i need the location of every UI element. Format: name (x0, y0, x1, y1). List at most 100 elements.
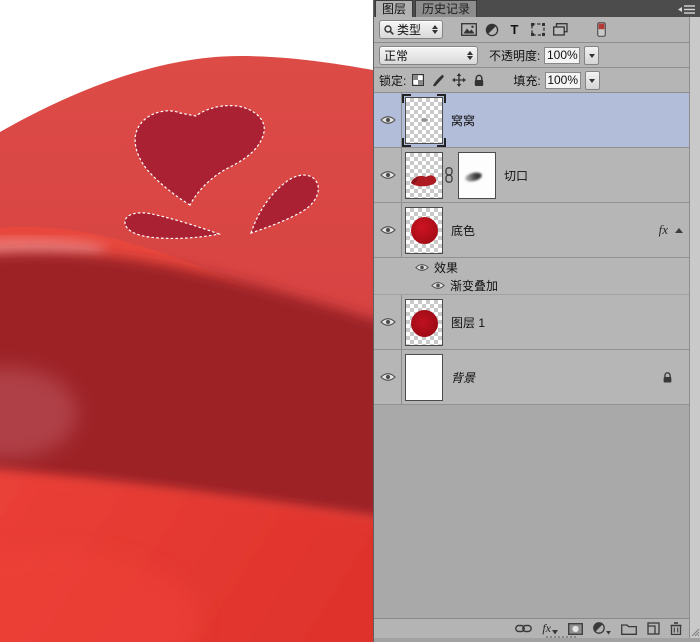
new-adjustment-layer-button[interactable] (593, 621, 611, 637)
lock-icon (473, 74, 485, 87)
fill-label: 填充: (513, 72, 540, 89)
filter-shape-layers-button[interactable] (528, 21, 547, 39)
lock-label: 锁定: (379, 72, 406, 89)
eye-icon (380, 372, 396, 382)
filter-kind-dropdown[interactable]: 类型 (379, 20, 443, 39)
thumbnail-wrap (405, 299, 443, 346)
layer-thumbnail[interactable] (405, 152, 443, 199)
eye-icon (380, 225, 396, 235)
chevron-down-icon (606, 631, 611, 635)
eye-icon (380, 170, 396, 180)
effect-gradient-overlay-row[interactable]: 渐变叠加 (374, 277, 689, 295)
visibility-toggle[interactable] (374, 93, 402, 147)
panel-menu-button[interactable] (677, 3, 697, 15)
chain-icon (445, 167, 453, 183)
filter-kind-label: 类型 (397, 21, 429, 38)
chevron-down-icon (552, 630, 558, 635)
effects-header-row[interactable]: 效果 (374, 258, 689, 277)
visibility-toggle[interactable] (374, 203, 402, 257)
layers-empty-area (374, 405, 689, 618)
panel-resize-grip[interactable] (689, 624, 700, 642)
opacity-value: 100% (547, 48, 578, 62)
layer-name[interactable]: 窝窝 (451, 112, 475, 129)
layer-mask-thumbnail[interactable] (458, 152, 496, 199)
trash-icon (670, 622, 682, 635)
collapse-effects-icon[interactable] (675, 224, 683, 233)
add-layer-mask-button[interactable] (568, 621, 583, 637)
layer-row-dise[interactable]: 底色 fx (374, 203, 689, 258)
lock-all-button[interactable] (471, 71, 487, 89)
filter-adjustment-layers-button[interactable] (482, 21, 501, 39)
opacity-dropdown-button[interactable] (584, 46, 599, 65)
blend-mode-dropdown[interactable]: 正常 (379, 46, 478, 65)
updown-arrows-icon (467, 48, 473, 63)
shape-frame-icon (531, 23, 545, 36)
add-layer-style-button[interactable]: fx (542, 621, 558, 637)
fx-icon[interactable]: fx (659, 222, 668, 238)
red-circle-graphic (411, 217, 438, 244)
red-circle-graphic (411, 310, 438, 337)
tab-history[interactable]: 历史记录 (415, 0, 477, 17)
effects-visibility-toggle[interactable] (414, 263, 430, 272)
artwork-red-shape (0, 0, 373, 642)
layer-name[interactable]: 底色 (451, 222, 475, 239)
thumbnail-wrap (405, 152, 443, 199)
filter-smart-objects-button[interactable] (551, 21, 570, 39)
opacity-input[interactable]: 100% (544, 47, 580, 64)
layer-thumbnail[interactable] (405, 299, 443, 346)
layer-row-tuceng1[interactable]: 图层 1 (374, 295, 689, 350)
layer-row-qiekou[interactable]: 切口 (374, 148, 689, 203)
thumbnail-content-speck (421, 118, 428, 122)
visibility-toggle[interactable] (374, 148, 402, 202)
panel-scrollbar-track[interactable] (689, 17, 700, 638)
tab-layers[interactable]: 图层 (375, 0, 413, 17)
search-icon (384, 25, 394, 35)
red-blob-graphic (406, 153, 442, 198)
background-lock-badge[interactable] (662, 371, 673, 384)
link-layers-button[interactable] (515, 621, 532, 637)
filter-toggle-switch[interactable] (592, 21, 611, 39)
chevron-down-icon (589, 79, 595, 86)
lock-position-button[interactable] (450, 71, 467, 89)
layer-thumbnail[interactable] (405, 97, 443, 144)
fill-input[interactable]: 100% (545, 72, 581, 89)
chevron-down-icon (589, 54, 595, 61)
document-canvas[interactable] (0, 0, 373, 642)
fill-value: 100% (547, 73, 578, 87)
filter-toggle-icon (597, 22, 606, 37)
layer-name[interactable]: 切口 (504, 167, 528, 184)
resize-grip-icon (689, 626, 700, 637)
filter-type-layers-button[interactable]: T (505, 21, 524, 39)
panel-menu-icon (678, 4, 696, 15)
panel-bottom-toolbar: fx (374, 618, 689, 638)
filter-pixel-layers-button[interactable] (459, 21, 478, 39)
mask-link-icon[interactable] (445, 167, 453, 183)
lock-transparency-button[interactable] (410, 71, 426, 89)
new-layer-button[interactable] (647, 621, 660, 637)
blend-mode-row: 正常 不透明度: 100% (374, 43, 689, 68)
fill-dropdown-button[interactable] (585, 71, 600, 90)
new-group-button[interactable] (621, 621, 637, 637)
layer-style-badge[interactable]: fx (659, 222, 689, 238)
layer-thumbnail[interactable] (405, 354, 443, 401)
opacity-label: 不透明度: (489, 47, 540, 64)
eye-icon (380, 317, 396, 327)
visibility-toggle[interactable] (374, 350, 402, 404)
layer-name[interactable]: 图层 1 (451, 314, 485, 331)
thumbnail-wrap (405, 207, 443, 254)
adjustment-circle-icon (593, 622, 606, 635)
chain-link-icon (515, 623, 532, 634)
effect-visibility-toggle[interactable] (430, 281, 446, 290)
delete-layer-button[interactable] (670, 621, 682, 637)
layer-name[interactable]: 背景 (451, 369, 475, 386)
visibility-toggle[interactable] (374, 295, 402, 349)
panel-tab-bar: 图层 历史记录 (374, 0, 700, 17)
lock-pixels-button[interactable] (430, 71, 446, 89)
brush-icon (432, 74, 445, 87)
layers-list: 窝窝 (374, 93, 689, 618)
lock-icon (662, 371, 673, 384)
layer-thumbnail[interactable] (405, 207, 443, 254)
layer-group-icon (553, 23, 568, 36)
layer-row-wowo[interactable]: 窝窝 (374, 93, 689, 148)
layer-row-background[interactable]: 背景 (374, 350, 689, 405)
